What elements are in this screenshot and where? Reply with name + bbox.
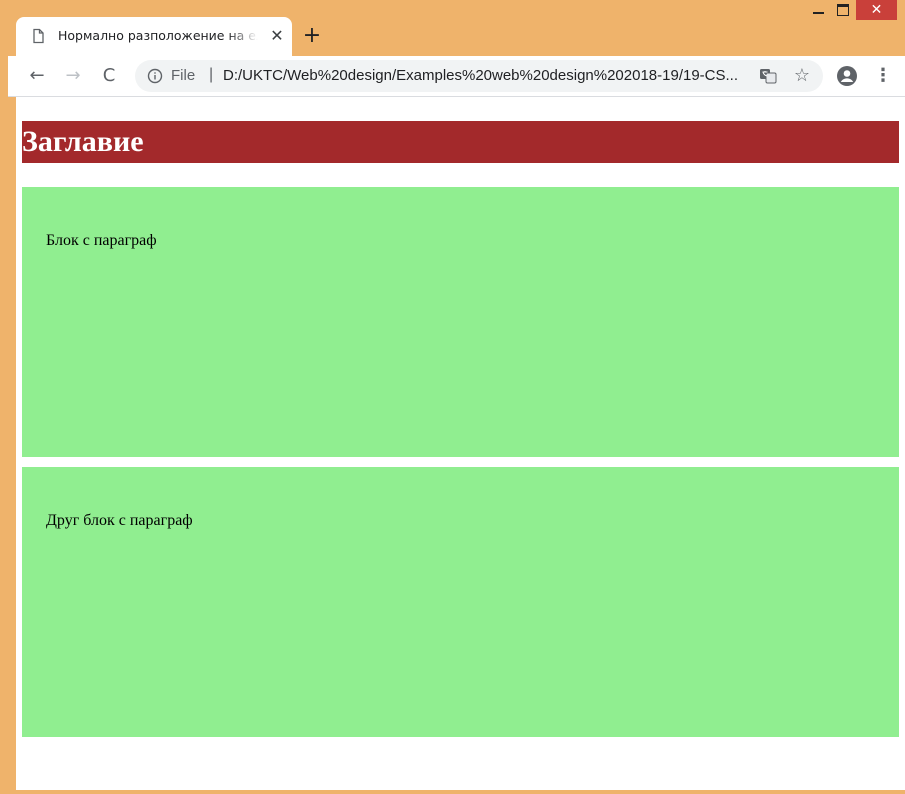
paragraph-block-1: Блок с параграф (22, 187, 899, 457)
tab-close-icon[interactable]: ✕ (266, 25, 288, 47)
account-icon[interactable] (836, 65, 858, 87)
translate-icon[interactable] (759, 68, 777, 84)
page-content: Заглавие Блок с параграф Друг блок с пар… (16, 97, 905, 790)
paragraph-block-2: Друг блок с параграф (22, 467, 899, 737)
paragraph-1: Блок с параграф (46, 232, 157, 249)
browser-tab[interactable]: Нормално разположение на елементи ✕ (16, 17, 292, 56)
forward-button[interactable]: → (60, 63, 86, 89)
url-text[interactable]: D:/UKTC/Web%20design/Examples%20web%20de… (223, 67, 753, 85)
page-heading: Заглавие (22, 121, 899, 163)
new-tab-button[interactable]: + (296, 20, 328, 52)
reload-button[interactable]: C (96, 63, 122, 89)
window-close-button[interactable]: ✕ (856, 0, 897, 20)
page-icon (30, 28, 46, 44)
tab-title: Нормално разположение на елементи (58, 28, 258, 43)
url-scheme-label: File (171, 67, 196, 84)
maximize-button[interactable] (830, 0, 856, 20)
url-separator: | (209, 66, 214, 83)
back-button[interactable]: ← (24, 63, 50, 89)
browser-toolbar: ← → C File | D:/UKTC/Web%20design/Exampl… (8, 56, 905, 97)
address-bar[interactable]: File | D:/UKTC/Web%20design/Examples%20w… (135, 60, 823, 92)
info-icon[interactable] (147, 68, 163, 84)
minimize-button[interactable] (804, 0, 832, 20)
menu-icon[interactable]: ⋮ (874, 63, 892, 89)
paragraph-2: Друг блок с параграф (46, 512, 193, 529)
bookmark-star-icon[interactable]: ☆ (791, 65, 813, 87)
window-bottom-border (8, 790, 905, 794)
